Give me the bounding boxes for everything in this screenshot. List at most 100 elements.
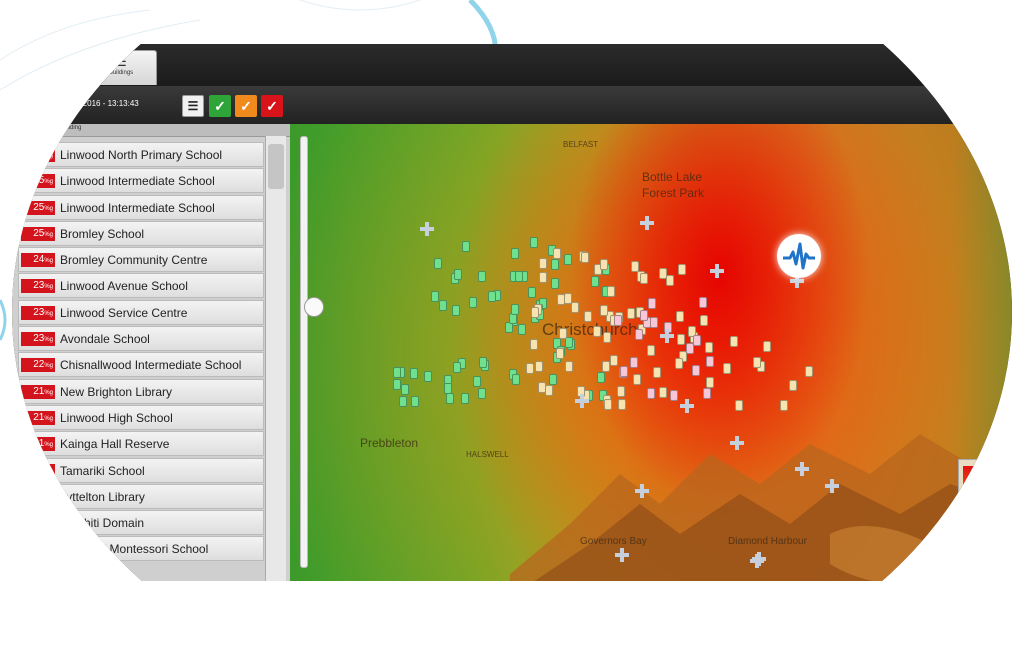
scrollbar-thumb[interactable] <box>268 144 284 189</box>
building-marker[interactable] <box>675 311 684 323</box>
building-marker[interactable] <box>646 345 655 357</box>
building-marker[interactable] <box>669 390 678 401</box>
building-marker[interactable] <box>511 247 520 259</box>
building-marker[interactable] <box>753 356 762 368</box>
building-marker[interactable] <box>526 363 535 375</box>
list-item[interactable]: 21%g Lyttelton Library <box>18 483 264 509</box>
building-marker[interactable] <box>511 304 520 316</box>
building-marker[interactable] <box>693 335 702 347</box>
building-marker[interactable] <box>446 393 455 405</box>
building-marker[interactable] <box>529 236 538 248</box>
plus-icon[interactable] <box>575 394 589 408</box>
list-item[interactable]: 21%g Waimairi Montessori School <box>18 536 264 562</box>
list-item[interactable]: 25%g Linwood Intermediate School <box>18 168 264 194</box>
building-marker[interactable] <box>599 305 608 317</box>
building-marker[interactable] <box>539 257 548 269</box>
list-filter-button[interactable]: ☰ <box>182 95 204 117</box>
plus-icon[interactable] <box>420 222 434 236</box>
building-marker[interactable] <box>700 315 709 327</box>
list-item[interactable]: 21%g Linwood High School <box>18 404 264 430</box>
list-item[interactable]: 23%g Linwood Service Centre <box>18 299 264 325</box>
building-marker[interactable] <box>535 360 544 372</box>
plus-icon[interactable] <box>825 479 839 493</box>
building-marker[interactable] <box>478 357 487 369</box>
zoom-slider-knob[interactable] <box>304 297 324 317</box>
building-marker[interactable] <box>411 395 420 407</box>
building-marker[interactable] <box>392 378 401 390</box>
building-marker[interactable] <box>666 274 675 286</box>
plus-icon[interactable] <box>710 264 724 278</box>
list-item[interactable]: 21%g Kainga Hall Reserve <box>18 431 264 457</box>
building-marker[interactable] <box>530 307 539 318</box>
building-marker[interactable] <box>647 297 656 309</box>
list-item[interactable]: 21%g New Brighton Library <box>18 378 264 404</box>
zoom-slider[interactable] <box>300 136 324 568</box>
building-marker[interactable] <box>530 339 538 351</box>
building-marker[interactable] <box>780 399 789 411</box>
building-marker[interactable] <box>706 355 715 367</box>
building-marker[interactable] <box>528 286 537 298</box>
building-marker[interactable] <box>677 334 685 346</box>
building-marker[interactable] <box>619 366 628 378</box>
plus-icon[interactable] <box>635 484 649 498</box>
building-marker[interactable] <box>401 383 410 395</box>
plus-icon[interactable] <box>660 329 674 343</box>
plus-icon[interactable] <box>680 399 694 413</box>
building-marker[interactable] <box>591 275 600 287</box>
building-marker[interactable] <box>614 315 623 327</box>
shaking-intensity-map[interactable]: BELFAST Bottle Lake Forest Park Christch… <box>290 124 1012 581</box>
list-item[interactable]: 21%g Tamariki School <box>18 457 264 483</box>
building-marker[interactable] <box>658 387 667 399</box>
building-marker[interactable] <box>550 278 559 290</box>
building-marker[interactable] <box>393 366 402 378</box>
building-marker[interactable] <box>640 310 649 322</box>
building-marker[interactable] <box>581 251 590 263</box>
building-marker[interactable] <box>730 336 739 348</box>
orange-filter-button[interactable]: ✓ <box>235 95 257 117</box>
building-marker[interactable] <box>630 356 639 368</box>
building-marker[interactable] <box>631 260 640 272</box>
building-marker[interactable] <box>512 374 521 386</box>
building-marker[interactable] <box>468 296 477 308</box>
building-marker[interactable] <box>723 363 732 375</box>
building-marker[interactable] <box>556 348 565 360</box>
building-marker[interactable] <box>460 392 469 404</box>
building-marker[interactable] <box>583 311 592 323</box>
building-marker[interactable] <box>444 383 453 395</box>
building-marker[interactable] <box>461 241 470 253</box>
building-marker[interactable] <box>652 367 661 379</box>
building-marker[interactable] <box>514 271 523 283</box>
building-marker[interactable] <box>409 367 418 379</box>
building-marker[interactable] <box>564 360 573 372</box>
list-item[interactable]: 24%g Bromley Community Centre <box>18 247 264 273</box>
building-marker[interactable] <box>552 247 561 259</box>
building-marker[interactable] <box>539 272 548 284</box>
building-marker[interactable] <box>454 269 463 281</box>
list-item[interactable]: 23%g Linwood Avenue School <box>18 273 264 299</box>
building-marker[interactable] <box>635 329 644 341</box>
list-scrollbar[interactable] <box>265 136 286 581</box>
building-marker[interactable] <box>647 388 656 400</box>
building-marker[interactable] <box>431 291 440 303</box>
building-marker[interactable] <box>556 294 565 306</box>
building-marker[interactable] <box>550 258 559 270</box>
list-item[interactable]: 25%g Bromley School <box>18 220 264 246</box>
building-marker[interactable] <box>616 386 625 398</box>
building-marker[interactable] <box>559 328 568 340</box>
tab-buildings[interactable]: ☰ Buildings <box>85 50 157 85</box>
building-marker[interactable] <box>691 364 700 376</box>
plus-icon[interactable] <box>730 436 744 450</box>
building-marker[interactable] <box>478 387 486 399</box>
earthquake-epicenter-icon[interactable] <box>777 234 821 278</box>
building-marker[interactable] <box>399 395 408 407</box>
list-item[interactable]: 21%g Rawhiti Domain <box>18 510 264 536</box>
building-marker[interactable] <box>570 302 579 314</box>
green-filter-button[interactable]: ✓ <box>209 95 231 117</box>
building-marker[interactable] <box>596 372 605 384</box>
list-item[interactable]: 23%g Avondale School <box>18 326 264 352</box>
building-marker[interactable] <box>545 385 554 397</box>
building-marker[interactable] <box>602 332 611 344</box>
building-marker[interactable] <box>548 373 557 385</box>
building-marker[interactable] <box>705 376 714 388</box>
building-marker[interactable] <box>423 371 432 383</box>
